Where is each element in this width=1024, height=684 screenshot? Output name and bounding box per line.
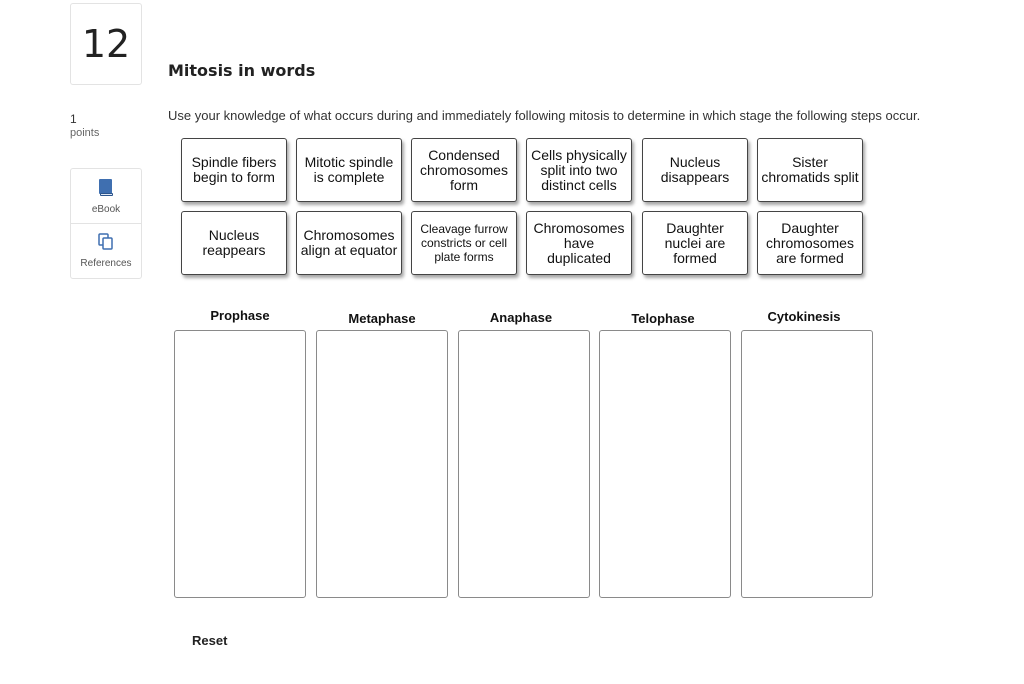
- stage-label-anaphase: Anaphase: [489, 310, 553, 325]
- drag-card[interactable]: Nucleus reappears: [181, 211, 287, 275]
- drag-card[interactable]: Chromosomes align at equator: [296, 211, 402, 275]
- drag-card[interactable]: Cells physically split into two distinct…: [526, 138, 632, 202]
- reset-button[interactable]: Reset: [192, 633, 227, 648]
- drop-zone-anaphase[interactable]: [458, 330, 590, 598]
- drag-card[interactable]: Spindle fibers begin to form: [181, 138, 287, 202]
- stage-label-telophase: Telophase: [631, 311, 695, 326]
- tools-panel: eBook References: [70, 168, 142, 279]
- drag-card[interactable]: Mitotic spindle is complete: [296, 138, 402, 202]
- drag-card[interactable]: Chromosomes have duplicated: [526, 211, 632, 275]
- points-label: points: [70, 127, 100, 139]
- points-value: 1: [70, 112, 77, 126]
- references-button[interactable]: References: [71, 223, 141, 278]
- references-label: References: [80, 258, 132, 269]
- drop-zone-metaphase[interactable]: [316, 330, 448, 598]
- drag-card[interactable]: Condensed chromosomes form: [411, 138, 517, 202]
- drag-card[interactable]: Daughter nuclei are formed: [642, 211, 748, 275]
- points-info: 1 points: [70, 112, 99, 140]
- question-number: 12: [70, 3, 142, 85]
- ebook-button[interactable]: eBook: [71, 169, 141, 223]
- stage-label-cytokinesis: Cytokinesis: [767, 309, 841, 324]
- ebook-label: eBook: [91, 203, 121, 215]
- stage-label-prophase: Prophase: [210, 308, 270, 323]
- drag-card[interactable]: Cleavage furrow constricts or cell plate…: [411, 211, 517, 275]
- stage-label-metaphase: Metaphase: [348, 311, 416, 326]
- drag-card[interactable]: Nucleus disappears: [642, 138, 748, 202]
- question-title: Mitosis in words: [168, 61, 316, 80]
- drop-zone-telophase[interactable]: [599, 330, 731, 598]
- drop-zone-cytokinesis[interactable]: [741, 330, 873, 598]
- drag-card[interactable]: Sister chromatids split: [757, 138, 863, 202]
- book-icon: [98, 178, 114, 200]
- instruction-text: Use your knowledge of what occurs during…: [168, 108, 921, 123]
- drag-card[interactable]: Daughter chromosomes are formed: [757, 211, 863, 275]
- drop-zone-prophase[interactable]: [174, 330, 306, 598]
- copy-icon: [98, 233, 114, 254]
